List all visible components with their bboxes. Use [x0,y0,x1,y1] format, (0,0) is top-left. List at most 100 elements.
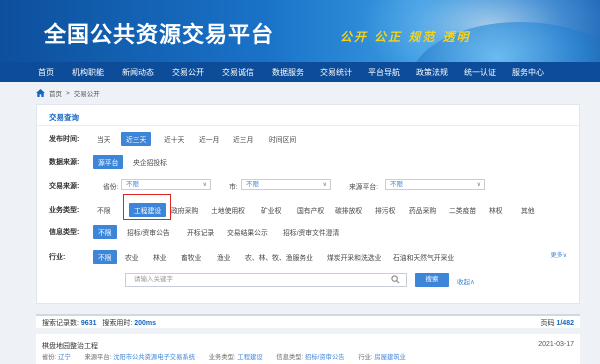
record-btype: 工程建设 [237,354,263,361]
result-stats: 搜索记录数: 9631 搜索用时: 200ms [42,318,156,328]
btype-option-other[interactable]: 其他 [521,205,535,215]
record-province: 辽宁 [58,354,71,361]
btype-option-forest[interactable]: 林权 [489,205,503,215]
time-option-1month[interactable]: 近一月 [199,134,219,144]
collapse-link[interactable]: 收起∧ [457,276,475,286]
info-type-label: 信息类型: [49,229,80,236]
home-icon[interactable] [36,89,45,97]
itype-option-bid-notice[interactable]: 招标/资审公告 [127,227,170,237]
btype-option-carbon[interactable]: 碳排放权 [335,205,362,215]
search-button[interactable]: 搜索 [415,273,449,287]
record-platform: 沈阳市公共资源电子交易系统 [113,354,195,361]
chevron-down-icon: ∨ [202,182,207,188]
site-banner: 全国公共资源交易平台 公开 公正 规范 透明 [0,0,600,62]
btype-option-gov-procurement[interactable]: 政府采购 [171,205,198,215]
btype-option-state-property[interactable]: 国有产权 [297,205,324,215]
industry-more-link[interactable]: 更多∨ [551,250,567,259]
time-option-3days[interactable]: 近三天 [121,132,152,146]
result-count: 9631 [80,320,97,327]
btype-option-mining[interactable]: 矿业权 [261,205,281,215]
itype-option-result[interactable]: 交易结果公示 [227,227,268,237]
record-meta: 省份: 辽宁 来源平台: 沈阳市公共资源电子交易系统 业务类型: 工程建设 信息… [42,352,418,361]
nav-item-auth[interactable]: 统一认证 [464,67,496,78]
record-itype-label: 信息类型: [276,354,304,361]
industry-option-coal[interactable]: 煤炭开采和洗选业 [327,252,381,262]
industry-option-forestry[interactable]: 林业 [153,252,167,262]
record-btype-label: 业务类型: [208,354,236,361]
breadcrumb-current: 交易公开 [73,91,100,98]
publish-time-label: 发布时间: [49,136,80,143]
source-option-platform[interactable]: 源平台 [93,155,124,169]
results-bar: 搜索记录数: 9631 搜索用时: 200ms 页码 1/482 [36,314,580,328]
industry-option-agriculture[interactable]: 农业 [125,252,139,262]
source-option-soe[interactable]: 央企招投标 [133,157,167,167]
nav-item-trade-public[interactable]: 交易公开 [172,67,204,78]
btype-option-pollution[interactable]: 排污权 [375,205,395,215]
itype-option-opening[interactable]: 开标记录 [187,227,214,237]
platform-select[interactable]: 不限 ∨ [385,179,485,190]
record-title[interactable]: 棋盘地园整治工程 [42,341,98,351]
platform-select-value: 不限 [390,181,403,188]
chevron-down-icon: ∨ [322,182,327,188]
record-date: 2021-03-17 [538,341,574,348]
industry-option-livestock[interactable]: 畜牧业 [181,252,201,262]
province-label: 省份: [103,184,119,191]
search-time-label: 搜索用时: [102,320,133,327]
site-title: 全国公共资源交易平台 [44,23,275,48]
btype-option-construction[interactable]: 工程建设 [129,203,167,217]
province-select[interactable]: 不限 ∨ [121,179,211,190]
page-label: 页码 [540,320,555,327]
nav-item-functions[interactable]: 机构职能 [72,67,104,78]
nav-item-home[interactable]: 首页 [38,67,54,78]
main-nav: 首页 机构职能 新闻动态 交易公开 交易诚信 数据服务 交易统计 平台导航 政策… [0,62,600,82]
industry-option-fishery[interactable]: 渔业 [217,252,231,262]
nav-item-data-service[interactable]: 数据服务 [272,67,304,78]
page-number[interactable]: 1/482 [556,320,574,327]
btype-option-land[interactable]: 土地使用权 [211,205,245,215]
nav-item-news[interactable]: 新闻动态 [122,67,154,78]
nav-item-policy[interactable]: 政策法规 [416,67,448,78]
platform-label: 来源平台: [349,184,379,191]
time-option-range[interactable]: 时间区间 [269,134,296,144]
result-count-label: 搜索记录数: [42,320,79,327]
city-select-value: 不限 [246,181,259,188]
city-select[interactable]: 不限 ∨ [241,179,331,190]
btype-option-drugs[interactable]: 药品采购 [409,205,436,215]
breadcrumb-separator: > [66,89,70,97]
breadcrumb-home[interactable]: 首页 [49,88,62,98]
itype-option-any[interactable]: 不限 [93,225,117,239]
record-industry: 房屋建筑业 [374,354,406,361]
query-panel: 交易查询 发布时间: 当天 近三天 近十天 近一月 近三月 时间区间 数据来源:… [36,104,580,304]
panel-title: 交易查询 [49,113,79,122]
record-industry-label: 行业: [358,354,373,361]
nav-item-platform-nav[interactable]: 平台导航 [368,67,400,78]
search-placeholder: 请输入关键字 [134,276,173,283]
search-input[interactable]: 请输入关键字 [125,273,407,287]
search-time: 200ms [134,320,157,327]
nav-item-statistics[interactable]: 交易统计 [320,67,352,78]
btype-option-any[interactable]: 不限 [97,205,111,215]
site-slogan: 公开 公正 规范 透明 [340,30,471,44]
trade-source-label: 交易来源: [49,183,80,190]
record-platform-label: 来源平台: [84,354,112,361]
time-option-3months[interactable]: 近三月 [233,134,253,144]
list-item: 棋盘地园整治工程 2021-03-17 省份: 辽宁 来源平台: 沈阳市公共资源… [36,334,580,364]
industry-option-oil-gas[interactable]: 石油和天然气开采业 [393,252,454,262]
industry-option-any[interactable]: 不限 [93,250,117,264]
time-option-10days[interactable]: 近十天 [164,134,184,144]
record-itype: 招标/资审公告 [305,354,345,361]
search-icon[interactable] [391,275,400,284]
nav-item-service[interactable]: 服务中心 [512,67,544,78]
pagination: 页码 1/482 [541,318,574,328]
province-select-value: 不限 [126,181,139,188]
time-option-today[interactable]: 当天 [97,134,111,144]
nav-item-trade-credit[interactable]: 交易诚信 [222,67,254,78]
industry-option-agri-services[interactable]: 农、林、牧、渔服务业 [245,252,313,262]
chevron-down-icon: ∨ [476,182,481,188]
business-type-label: 业务类型: [49,207,80,214]
industry-label: 行业: [49,254,66,261]
itype-option-clarification[interactable]: 招标/资审文件澄清 [283,227,339,237]
breadcrumb: 首页 > 交易公开 [36,88,100,98]
record-province-label: 省份: [42,354,57,361]
btype-option-vaccine[interactable]: 二类疫苗 [449,205,476,215]
